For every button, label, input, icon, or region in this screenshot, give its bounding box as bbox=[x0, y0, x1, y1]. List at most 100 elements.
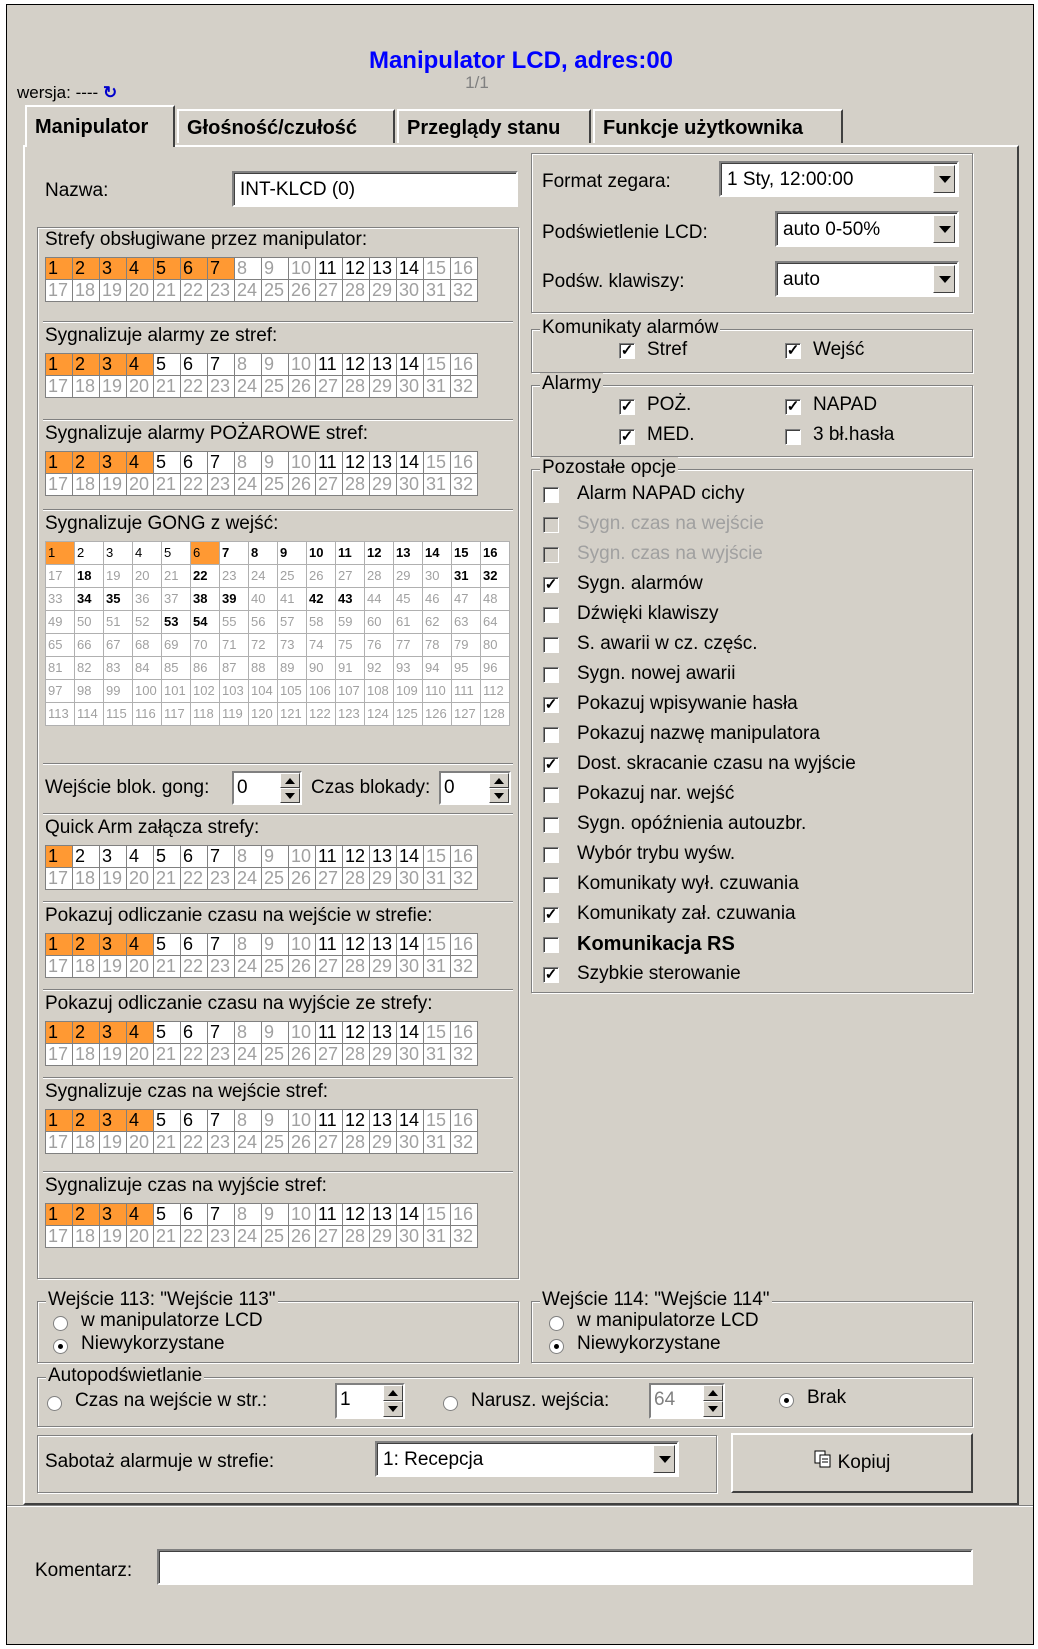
gong-cell[interactable]: 50 bbox=[74, 610, 104, 634]
zone-cell[interactable]: 24 bbox=[234, 955, 262, 978]
zone-cell[interactable]: 8 bbox=[234, 933, 262, 956]
zone-cell[interactable]: 27 bbox=[315, 955, 343, 978]
gong-cell[interactable]: 9 bbox=[277, 541, 307, 565]
spin-down-icon[interactable] bbox=[489, 788, 509, 803]
zone-cell[interactable]: 31 bbox=[423, 955, 451, 978]
zone-cell[interactable]: 7 bbox=[207, 1203, 235, 1226]
zone-cell[interactable]: 7 bbox=[207, 845, 235, 868]
zone-cell[interactable]: 30 bbox=[396, 867, 424, 890]
zone-cell[interactable]: 21 bbox=[153, 955, 181, 978]
zone-cell[interactable]: 10 bbox=[288, 353, 316, 376]
zone-cell[interactable]: 23 bbox=[207, 279, 235, 302]
gong-cell[interactable]: 19 bbox=[103, 564, 133, 588]
gong-cell[interactable]: 123 bbox=[335, 702, 365, 726]
zone-cell[interactable]: 25 bbox=[261, 955, 289, 978]
zone-cell[interactable]: 12 bbox=[342, 1203, 370, 1226]
zone-cell[interactable]: 8 bbox=[234, 845, 262, 868]
chevron-down-icon[interactable] bbox=[933, 165, 955, 193]
lcd-backlight-select[interactable]: auto 0-50% bbox=[775, 211, 959, 247]
zone-cell[interactable]: 32 bbox=[450, 473, 478, 496]
zone-cell[interactable]: 28 bbox=[342, 375, 370, 398]
gong-cell[interactable]: 119 bbox=[219, 702, 249, 726]
zone-cell[interactable]: 17 bbox=[45, 1225, 73, 1248]
gong-cell[interactable]: 61 bbox=[393, 610, 423, 634]
zone-cell[interactable]: 28 bbox=[342, 1225, 370, 1248]
gong-cell[interactable]: 105 bbox=[277, 679, 307, 703]
zone-cell[interactable]: 19 bbox=[99, 473, 127, 496]
radio-113-unused[interactable] bbox=[53, 1339, 68, 1354]
gong-cell[interactable]: 95 bbox=[451, 656, 481, 680]
zone-cell[interactable]: 26 bbox=[288, 473, 316, 496]
gong-cell[interactable]: 89 bbox=[277, 656, 307, 680]
option-checkbox[interactable] bbox=[543, 817, 559, 833]
gong-cell[interactable]: 79 bbox=[451, 633, 481, 657]
gong-cell[interactable]: 3 bbox=[103, 541, 133, 565]
gong-cell[interactable]: 93 bbox=[393, 656, 423, 680]
chevron-down-icon[interactable] bbox=[933, 215, 955, 243]
gong-cell[interactable]: 125 bbox=[393, 702, 423, 726]
gong-cell[interactable]: 87 bbox=[219, 656, 249, 680]
zone-cell[interactable]: 2 bbox=[72, 1021, 100, 1044]
gong-cell[interactable]: 60 bbox=[364, 610, 394, 634]
zone-cell[interactable]: 22 bbox=[180, 473, 208, 496]
zone-cell[interactable]: 17 bbox=[45, 955, 73, 978]
gong-cell[interactable]: 26 bbox=[306, 564, 336, 588]
gong-cell[interactable]: 124 bbox=[364, 702, 394, 726]
zone-cell[interactable]: 10 bbox=[288, 845, 316, 868]
zone-cell[interactable]: 13 bbox=[369, 1109, 397, 1132]
gong-cell[interactable]: 2 bbox=[74, 541, 104, 565]
zone-cell[interactable]: 6 bbox=[180, 845, 208, 868]
gong-cell[interactable]: 81 bbox=[45, 656, 75, 680]
gong-cell[interactable]: 80 bbox=[480, 633, 510, 657]
zone-cell[interactable]: 26 bbox=[288, 1131, 316, 1154]
gong-cell[interactable]: 77 bbox=[393, 633, 423, 657]
gong-cell[interactable]: 18 bbox=[74, 564, 104, 588]
zone-cell[interactable]: 26 bbox=[288, 955, 316, 978]
zone-cell[interactable]: 13 bbox=[369, 257, 397, 280]
option-checkbox[interactable]: ✓ bbox=[543, 907, 559, 923]
zone-cell[interactable]: 32 bbox=[450, 279, 478, 302]
zone-cell[interactable]: 23 bbox=[207, 1043, 235, 1066]
gong-cell[interactable]: 35 bbox=[103, 587, 133, 611]
zone-cell[interactable]: 25 bbox=[261, 375, 289, 398]
zone-cell[interactable]: 14 bbox=[396, 1021, 424, 1044]
zone-cell[interactable]: 30 bbox=[396, 473, 424, 496]
gong-cell[interactable]: 100 bbox=[132, 679, 162, 703]
radio-113-keypad[interactable] bbox=[53, 1316, 68, 1331]
zone-cell[interactable]: 26 bbox=[288, 279, 316, 302]
zone-cell[interactable]: 19 bbox=[99, 375, 127, 398]
zone-cell[interactable]: 30 bbox=[396, 375, 424, 398]
zone-cell[interactable]: 2 bbox=[72, 353, 100, 376]
zone-cell[interactable]: 11 bbox=[315, 845, 343, 868]
zone-cell[interactable]: 26 bbox=[288, 375, 316, 398]
gong-cell[interactable]: 71 bbox=[219, 633, 249, 657]
zone-cell[interactable]: 9 bbox=[261, 1203, 289, 1226]
zone-cell[interactable]: 30 bbox=[396, 1131, 424, 1154]
zone-cell[interactable]: 21 bbox=[153, 867, 181, 890]
zone-cell[interactable]: 15 bbox=[423, 1203, 451, 1226]
radio-entry-time[interactable] bbox=[47, 1396, 62, 1411]
zone-cell[interactable]: 11 bbox=[315, 1021, 343, 1044]
gong-cell[interactable]: 69 bbox=[161, 633, 191, 657]
option-checkbox[interactable]: ✓ bbox=[543, 577, 559, 593]
zone-cell[interactable]: 11 bbox=[315, 451, 343, 474]
radio-none[interactable] bbox=[779, 1393, 794, 1408]
zone-cell[interactable]: 23 bbox=[207, 867, 235, 890]
gong-cell[interactable]: 64 bbox=[480, 610, 510, 634]
zone-cell[interactable]: 5 bbox=[153, 257, 181, 280]
zone-cell[interactable]: 9 bbox=[261, 1021, 289, 1044]
zone-cell[interactable]: 24 bbox=[234, 1225, 262, 1248]
gong-cell[interactable]: 56 bbox=[248, 610, 278, 634]
zone-cell[interactable]: 10 bbox=[288, 1109, 316, 1132]
gong-cell[interactable]: 106 bbox=[306, 679, 336, 703]
gong-cell[interactable]: 120 bbox=[248, 702, 278, 726]
gong-cell[interactable]: 5 bbox=[161, 541, 191, 565]
zone-cell[interactable]: 5 bbox=[153, 1203, 181, 1226]
sabotage-zone-select[interactable]: 1: Recepcja bbox=[375, 1441, 679, 1477]
zone-cell[interactable]: 1 bbox=[45, 1021, 73, 1044]
gong-block-spinner[interactable]: 0 bbox=[232, 771, 302, 805]
gong-cell[interactable]: 53 bbox=[161, 610, 191, 634]
option-checkbox[interactable] bbox=[543, 727, 559, 743]
zone-cell[interactable]: 1 bbox=[45, 845, 73, 868]
zone-cell[interactable]: 7 bbox=[207, 1021, 235, 1044]
